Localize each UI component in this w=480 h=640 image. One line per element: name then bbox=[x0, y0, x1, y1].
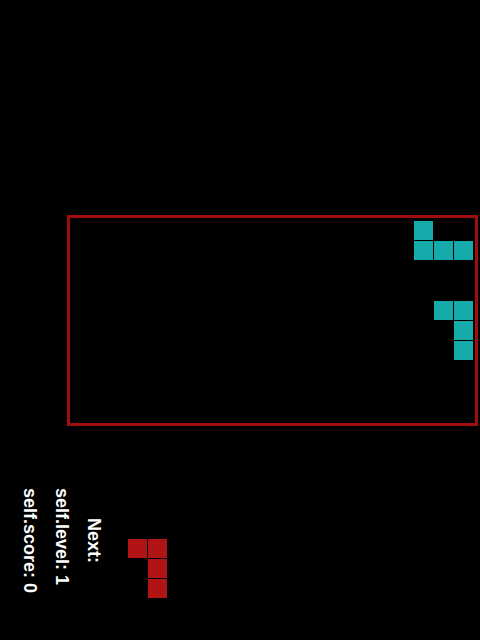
next-block-cell bbox=[128, 539, 147, 558]
block-cell bbox=[454, 341, 473, 360]
block-cell bbox=[414, 241, 433, 260]
game-screen: self.score: 0 self.level: 1 Next: bbox=[0, 0, 480, 640]
block-cell bbox=[434, 301, 453, 320]
block-cell bbox=[414, 221, 433, 240]
block-cell bbox=[454, 241, 473, 260]
block-cell bbox=[454, 301, 473, 320]
next-piece bbox=[128, 539, 168, 599]
block-cell bbox=[454, 321, 473, 340]
score-label: self.score: 0 bbox=[20, 488, 40, 593]
hud: self.score: 0 self.level: 1 Next: bbox=[20, 488, 480, 599]
next-block-cell bbox=[148, 579, 167, 598]
block-cell bbox=[434, 241, 453, 260]
game-board bbox=[67, 215, 478, 426]
level-label: self.level: 1 bbox=[52, 488, 72, 585]
next-block-cell bbox=[148, 559, 167, 578]
next-block-cell bbox=[148, 539, 167, 558]
next-label: Next: bbox=[84, 518, 104, 563]
